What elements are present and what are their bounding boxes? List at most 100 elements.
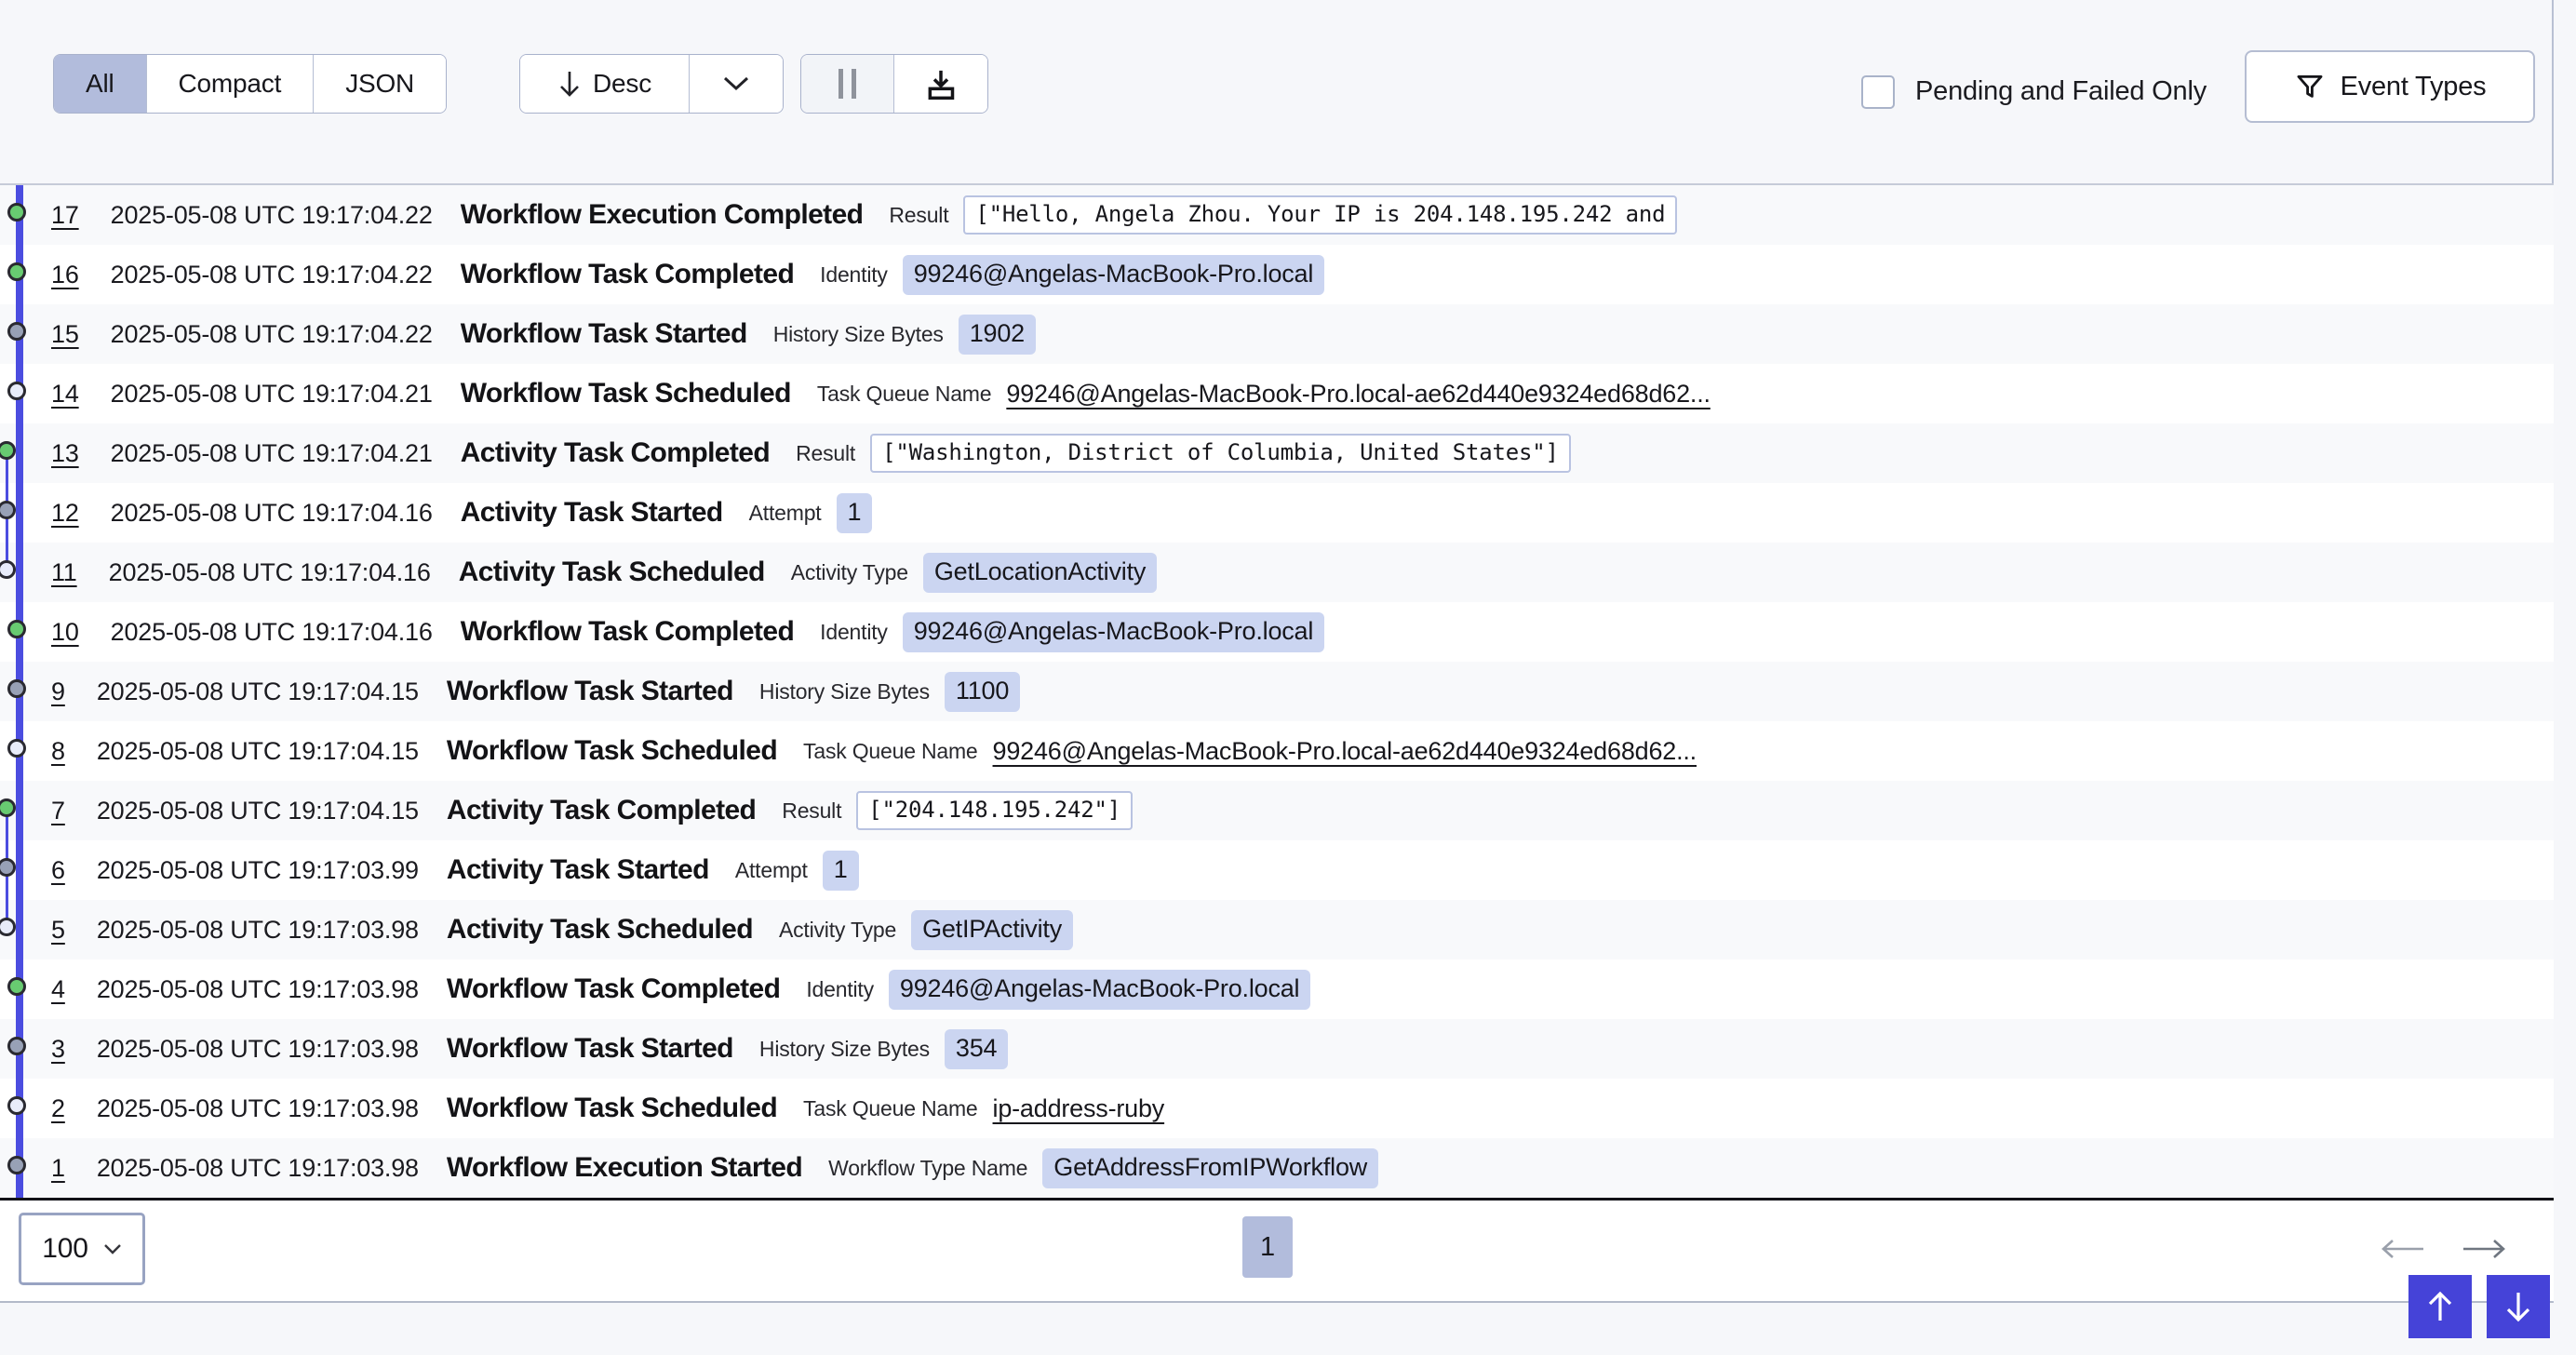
- page-size-value: 100: [42, 1233, 87, 1265]
- view-tab-all[interactable]: All: [54, 55, 147, 113]
- event-timestamp: 2025-05-08 UTC 19:17:04.21: [111, 439, 433, 468]
- event-status-dot: [7, 382, 26, 400]
- arrow-down-icon: [2504, 1290, 2532, 1323]
- event-timestamp: 2025-05-08 UTC 19:17:04.22: [111, 320, 433, 349]
- event-row[interactable]: 13 2025-05-08 UTC 19:17:04.21 Activity T…: [0, 423, 2554, 483]
- event-detail-label: Activity Type: [791, 560, 908, 585]
- event-id-link[interactable]: 9: [51, 678, 65, 706]
- event-detail-value: GetLocationActivity: [923, 553, 1157, 593]
- event-detail-label: Result: [782, 798, 841, 824]
- event-id-link[interactable]: 8: [51, 737, 65, 766]
- event-timestamp: 2025-05-08 UTC 19:17:04.15: [97, 678, 419, 706]
- pagination-bar: 100 1: [0, 1201, 2554, 1301]
- page-size-select[interactable]: 100: [19, 1213, 145, 1285]
- event-row[interactable]: 9 2025-05-08 UTC 19:17:04.15 Workflow Ta…: [0, 662, 2554, 721]
- event-row[interactable]: 4 2025-05-08 UTC 19:17:03.98 Workflow Ta…: [0, 959, 2554, 1019]
- event-row[interactable]: 11 2025-05-08 UTC 19:17:04.16 Activity T…: [0, 543, 2554, 602]
- event-id-link[interactable]: 4: [51, 975, 65, 1004]
- sort-desc-label: Desc: [593, 69, 651, 99]
- event-row[interactable]: 1 2025-05-08 UTC 19:17:03.98 Workflow Ex…: [0, 1138, 2554, 1198]
- event-id-link[interactable]: 10: [51, 618, 79, 647]
- event-row[interactable]: 17 2025-05-08 UTC 19:17:04.22 Workflow E…: [0, 185, 2554, 245]
- download-button[interactable]: [894, 55, 987, 113]
- event-detail-label: History Size Bytes: [759, 1037, 930, 1062]
- event-timestamp: 2025-05-08 UTC 19:17:04.16: [111, 618, 433, 647]
- event-row[interactable]: 3 2025-05-08 UTC 19:17:03.98 Workflow Ta…: [0, 1019, 2554, 1079]
- event-id-link[interactable]: 7: [51, 797, 65, 825]
- event-types-label: Event Types: [2341, 72, 2487, 102]
- event-id-link[interactable]: 3: [51, 1035, 65, 1064]
- funnel-icon: [2294, 71, 2326, 102]
- event-id-link[interactable]: 16: [51, 261, 79, 289]
- event-timestamp: 2025-05-08 UTC 19:17:03.99: [97, 856, 419, 885]
- event-id-link[interactable]: 13: [51, 439, 79, 468]
- event-row[interactable]: 6 2025-05-08 UTC 19:17:03.99 Activity Ta…: [0, 840, 2554, 900]
- chevron-down-icon: [103, 1243, 122, 1255]
- event-timestamp: 2025-05-08 UTC 19:17:03.98: [97, 916, 419, 945]
- event-name: Activity Task Completed: [461, 437, 770, 469]
- event-detail-value: GetIPActivity: [911, 910, 1073, 950]
- event-row[interactable]: 12 2025-05-08 UTC 19:17:04.16 Activity T…: [0, 483, 2554, 543]
- view-tab-json[interactable]: JSON: [314, 55, 446, 113]
- pending-failed-toggle[interactable]: Pending and Failed Only: [1861, 0, 2207, 183]
- scroll-to-bottom-button[interactable]: [2487, 1275, 2550, 1338]
- event-timestamp: 2025-05-08 UTC 19:17:04.15: [97, 797, 419, 825]
- download-icon: [922, 65, 959, 102]
- event-detail-value: ["Washington, District of Columbia, Unit…: [870, 434, 1571, 473]
- event-detail-label: History Size Bytes: [759, 679, 930, 704]
- event-id-link[interactable]: 15: [51, 320, 79, 349]
- arrow-right-icon: [2462, 1239, 2506, 1259]
- previous-page-button[interactable]: [2377, 1223, 2429, 1275]
- sort-desc-button[interactable]: Desc: [520, 55, 690, 113]
- event-detail-label: History Size Bytes: [773, 322, 944, 347]
- event-timestamp: 2025-05-08 UTC 19:17:03.98: [97, 1154, 419, 1183]
- event-detail-value: ["204.148.195.242"]: [856, 791, 1133, 830]
- event-detail-value[interactable]: 99246@Angelas-MacBook-Pro.local-ae62d440…: [1006, 380, 1710, 409]
- event-timestamp: 2025-05-08 UTC 19:17:04.15: [97, 737, 419, 766]
- event-name: Workflow Execution Completed: [461, 199, 864, 231]
- event-row[interactable]: 8 2025-05-08 UTC 19:17:04.15 Workflow Ta…: [0, 721, 2554, 781]
- event-timestamp: 2025-05-08 UTC 19:17:03.98: [97, 975, 419, 1004]
- pending-failed-checkbox[interactable]: [1861, 75, 1895, 109]
- event-detail-value: ["Hello, Angela Zhou. Your IP is 204.148…: [963, 195, 1677, 235]
- event-id-link[interactable]: 5: [51, 916, 65, 945]
- event-detail-value: 99246@Angelas-MacBook-Pro.local: [889, 970, 1310, 1010]
- event-name: Activity Task Started: [461, 497, 723, 529]
- event-name: Workflow Task Scheduled: [447, 735, 777, 767]
- event-name: Workflow Task Started: [461, 318, 747, 350]
- event-id-link[interactable]: 1: [51, 1154, 65, 1183]
- event-id-link[interactable]: 2: [51, 1094, 65, 1123]
- scroll-to-top-button[interactable]: [2408, 1275, 2472, 1338]
- view-tab-compact[interactable]: Compact: [147, 55, 315, 113]
- event-row[interactable]: 16 2025-05-08 UTC 19:17:04.22 Workflow T…: [0, 245, 2554, 304]
- event-id-link[interactable]: 11: [51, 558, 77, 587]
- event-row[interactable]: 14 2025-05-08 UTC 19:17:04.21 Workflow T…: [0, 364, 2554, 423]
- sort-menu-button[interactable]: [690, 55, 783, 113]
- event-detail-value: 99246@Angelas-MacBook-Pro.local: [903, 255, 1324, 295]
- event-row[interactable]: 7 2025-05-08 UTC 19:17:04.15 Activity Ta…: [0, 781, 2554, 840]
- event-row[interactable]: 15 2025-05-08 UTC 19:17:04.22 Workflow T…: [0, 304, 2554, 364]
- event-detail-value[interactable]: ip-address-ruby: [993, 1094, 1165, 1123]
- event-row[interactable]: 2 2025-05-08 UTC 19:17:03.98 Workflow Ta…: [0, 1079, 2554, 1138]
- event-name: Workflow Task Completed: [461, 616, 794, 648]
- event-name: Workflow Task Completed: [461, 259, 794, 290]
- event-detail-label: Task Queue Name: [817, 382, 991, 407]
- event-row[interactable]: 10 2025-05-08 UTC 19:17:04.16 Workflow T…: [0, 602, 2554, 662]
- current-page-button[interactable]: 1: [1242, 1216, 1293, 1278]
- pause-button[interactable]: [801, 55, 894, 113]
- feed-control-group: [800, 54, 988, 114]
- event-name: Activity Task Completed: [447, 795, 756, 826]
- next-page-button[interactable]: [2458, 1223, 2510, 1275]
- event-status-dot: [0, 858, 16, 877]
- event-id-link[interactable]: 17: [51, 201, 79, 230]
- event-detail-value[interactable]: 99246@Angelas-MacBook-Pro.local-ae62d440…: [993, 737, 1697, 766]
- event-id-link[interactable]: 6: [51, 856, 65, 885]
- event-history-panel: All Compact JSON Desc: [0, 0, 2554, 1303]
- event-id-link[interactable]: 12: [51, 499, 79, 528]
- event-types-filter-button[interactable]: Event Types: [2245, 50, 2535, 123]
- event-row[interactable]: 5 2025-05-08 UTC 19:17:03.98 Activity Ta…: [0, 900, 2554, 959]
- event-timestamp: 2025-05-08 UTC 19:17:03.98: [97, 1035, 419, 1064]
- event-id-link[interactable]: 14: [51, 380, 79, 409]
- event-timestamp: 2025-05-08 UTC 19:17:04.21: [111, 380, 433, 409]
- event-name: Workflow Task Scheduled: [461, 378, 791, 409]
